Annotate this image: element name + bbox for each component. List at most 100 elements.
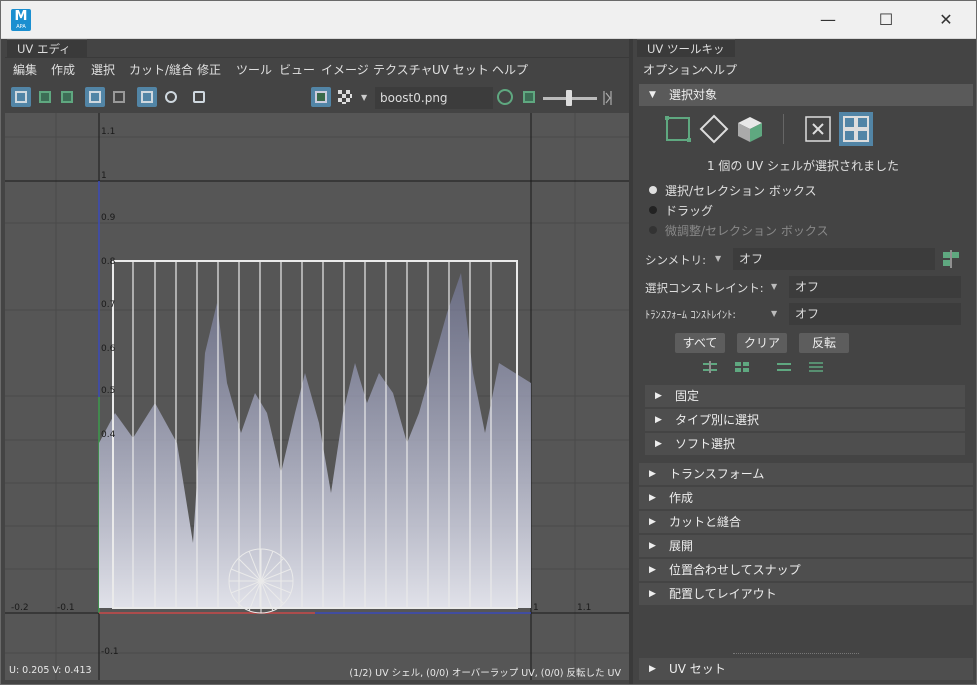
image-icon bbox=[315, 91, 327, 103]
menu-help[interactable]: ヘルプ bbox=[492, 61, 528, 78]
expanded-arrow-icon: ▼ bbox=[649, 90, 656, 100]
clear-button[interactable]: クリア bbox=[737, 333, 787, 353]
symmetry-arrow-icon[interactable]: ▼ bbox=[715, 254, 721, 263]
uv-viewport[interactable]: 1.1 1 0.9 0.8 0.7 0.6 0.5 0.4 -0.2 -0.1 … bbox=[5, 113, 629, 680]
symmetry-axis-icon[interactable] bbox=[941, 248, 961, 270]
collapsed-arrow-icon: ▶ bbox=[649, 541, 656, 551]
section-title: カットと縫合 bbox=[669, 515, 742, 529]
checker-icon bbox=[338, 90, 352, 104]
uv-editor-menubar: 編集 作成 選択 カット/縫合 修正 ツール ビュー イメージ テクスチャ UV… bbox=[5, 58, 629, 80]
axis-label-y: 0.9 bbox=[101, 213, 116, 223]
section-cut-sew-header[interactable]: ▶ カットと縫合 bbox=[639, 511, 973, 533]
tab-uv-toolkit[interactable]: UV ツールキット bbox=[637, 39, 735, 74]
uv-circle-shell[interactable] bbox=[228, 548, 294, 614]
maximize-button[interactable]: ☐ bbox=[863, 1, 909, 39]
menu-options[interactable]: オプション bbox=[643, 61, 703, 78]
radio-drag[interactable]: ドラッグ bbox=[649, 202, 713, 219]
radio-label: 選択/セレクション ボックス bbox=[665, 184, 817, 198]
uv-grid-button[interactable] bbox=[137, 87, 157, 107]
menu-modify[interactable]: 修正 bbox=[197, 61, 221, 78]
checker-button[interactable] bbox=[335, 87, 355, 107]
rgb-channel-button[interactable] bbox=[495, 87, 515, 107]
collapsed-arrow-icon: ▶ bbox=[649, 664, 656, 674]
uv-mode-icon[interactable] bbox=[803, 114, 833, 144]
section-selection-header[interactable]: ▼ 選択対象 bbox=[639, 84, 973, 106]
section-uv-sets-header[interactable]: ▶ UV セット bbox=[639, 658, 973, 680]
section-title: 固定 bbox=[675, 389, 700, 403]
exposure-slider-knob[interactable] bbox=[566, 90, 572, 106]
uv-canvas[interactable] bbox=[5, 113, 629, 680]
section-transform-header[interactable]: ▶ トランスフォーム bbox=[639, 463, 973, 485]
section-select-by-type-header[interactable]: ▶ タイプ別に選択 bbox=[645, 409, 965, 431]
menu-edit[interactable]: 編集 bbox=[13, 61, 37, 78]
close-button[interactable]: ✕ bbox=[923, 1, 969, 39]
transform-constraint-field[interactable]: オフ bbox=[789, 303, 961, 325]
menu-tools[interactable]: ツール bbox=[236, 61, 272, 78]
exposure-button[interactable] bbox=[519, 87, 539, 107]
select-shortest-edge-icon[interactable] bbox=[807, 360, 825, 374]
collapsed-arrow-icon: ▶ bbox=[655, 391, 662, 401]
axis-label-y: 0.7 bbox=[101, 300, 116, 310]
texture-name-field[interactable]: boost0.png bbox=[375, 87, 493, 109]
section-arrange-layout-header[interactable]: ▶ 配置してレイアウト bbox=[639, 583, 973, 605]
radio-select-box[interactable]: 選択/セレクション ボックス bbox=[649, 182, 817, 199]
menu-image[interactable]: イメージ bbox=[321, 61, 369, 78]
grid-display-button[interactable] bbox=[85, 87, 105, 107]
symmetry-label: シンメトリ: bbox=[645, 253, 707, 267]
axis-label-y: 0.6 bbox=[101, 344, 116, 354]
selection-constraint-arrow-icon[interactable]: ▼ bbox=[771, 282, 777, 291]
uv-shell-mode-icon[interactable] bbox=[839, 112, 873, 146]
texture-dropdown-arrow-icon[interactable]: ▼ bbox=[361, 93, 367, 102]
menu-cut-sew[interactable]: カット/縫合 bbox=[129, 61, 193, 78]
menu-uv-sets[interactable]: UV セット bbox=[432, 61, 489, 78]
selection-constraint-field[interactable]: オフ bbox=[789, 276, 961, 298]
face-mode-icon[interactable] bbox=[735, 114, 765, 144]
axis-label-x: -0.2 bbox=[11, 603, 29, 613]
section-align-snap-header[interactable]: ▶ 位置合わせしてスナップ bbox=[639, 559, 973, 581]
invert-button[interactable]: 反転 bbox=[799, 333, 849, 353]
minimize-icon: — bbox=[820, 10, 836, 29]
edge-mode-icon[interactable] bbox=[699, 114, 729, 144]
maximize-icon: ☐ bbox=[878, 10, 894, 29]
minimize-button[interactable]: — bbox=[805, 1, 851, 39]
menu-textures[interactable]: テクスチャ bbox=[373, 61, 433, 78]
app-icon-letter: M bbox=[14, 9, 28, 24]
select-border-icon[interactable] bbox=[775, 360, 793, 374]
toolbar-expand-icon[interactable] bbox=[601, 89, 615, 107]
isolate-select-button[interactable] bbox=[11, 87, 31, 107]
shell-shade-button[interactable] bbox=[35, 87, 55, 107]
menu-create[interactable]: 作成 bbox=[51, 61, 75, 78]
axis-label-y: 0.8 bbox=[101, 257, 116, 267]
section-title: UV セット bbox=[669, 662, 726, 676]
pixel-snap-button[interactable] bbox=[109, 87, 129, 107]
sphere-button[interactable] bbox=[161, 87, 181, 107]
display-image-button[interactable] bbox=[311, 87, 331, 107]
resize-handle[interactable] bbox=[733, 653, 859, 654]
transform-constraint-arrow-icon[interactable]: ▼ bbox=[771, 309, 777, 318]
snapshot-button[interactable] bbox=[189, 87, 209, 107]
grow-selection-icon[interactable] bbox=[701, 360, 719, 374]
selection-status-text: 1 個の UV シェルが選択されました bbox=[706, 159, 900, 173]
pixel-snap-icon bbox=[113, 91, 125, 103]
select-all-button[interactable]: すべて bbox=[675, 333, 725, 353]
tab-uv-editor[interactable]: UV エディタ bbox=[7, 39, 87, 74]
section-soft-select-header[interactable]: ▶ ソフト選択 bbox=[645, 433, 965, 455]
section-title: 位置合わせしてスナップ bbox=[669, 563, 801, 577]
vertex-mode-icon[interactable] bbox=[663, 114, 693, 144]
menu-view[interactable]: ビュー bbox=[279, 61, 315, 78]
menu-toolkit-help[interactable]: ヘルプ bbox=[701, 61, 737, 78]
maya-app-icon[interactable]: M APA bbox=[11, 9, 31, 31]
axis-label-x: -0.1 bbox=[57, 603, 75, 613]
shrink-selection-icon[interactable] bbox=[733, 360, 751, 374]
camera-icon bbox=[193, 91, 205, 103]
axis-label-y: 0.5 bbox=[101, 386, 116, 396]
section-pin-header[interactable]: ▶ 固定 bbox=[645, 385, 965, 407]
distortion-button[interactable] bbox=[57, 87, 77, 107]
section-unfold-header[interactable]: ▶ 展開 bbox=[639, 535, 973, 557]
radio-dot bbox=[649, 186, 657, 194]
radio-dot bbox=[649, 226, 657, 234]
symmetry-field[interactable]: オフ bbox=[733, 248, 935, 270]
menu-select[interactable]: 選択 bbox=[91, 61, 115, 78]
section-title: 選択対象 bbox=[669, 88, 718, 102]
section-create-header[interactable]: ▶ 作成 bbox=[639, 487, 973, 509]
